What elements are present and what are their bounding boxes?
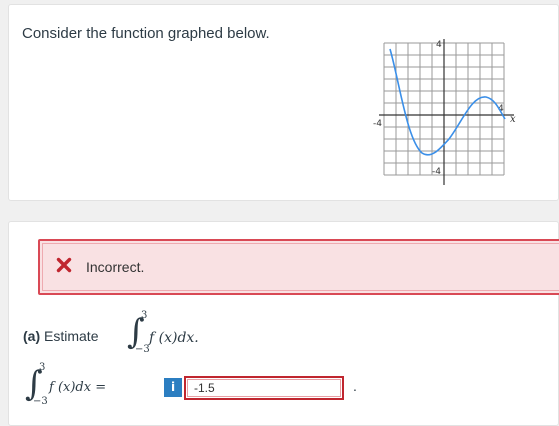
info-button[interactable]: i bbox=[164, 378, 182, 397]
x-axis-name: x bbox=[510, 114, 516, 125]
y-min-label: -4 bbox=[432, 167, 441, 177]
question-card: Consider the function graphed below. 4 -… bbox=[8, 4, 559, 201]
x-icon bbox=[56, 257, 72, 273]
x-min-label: -4 bbox=[373, 119, 382, 129]
part-a-integrand: f (x)dx. bbox=[149, 330, 199, 346]
lower-limit: −3 bbox=[135, 344, 150, 355]
question-prompt: Consider the function graphed below. bbox=[22, 25, 270, 42]
answer-integrand: f (x)dx = bbox=[49, 380, 107, 395]
feedback-status-text: Incorrect. bbox=[86, 259, 145, 275]
part-a-verb: Estimate bbox=[44, 328, 99, 344]
answer-upper-limit: 3 bbox=[39, 362, 46, 373]
answer-lower-limit: −3 bbox=[33, 396, 48, 407]
y-max-label: 4 bbox=[436, 40, 442, 50]
upper-limit: 3 bbox=[141, 310, 148, 321]
feedback-banner: Incorrect. bbox=[38, 239, 559, 295]
function-graph: 4 -4 -4 4 x bbox=[373, 39, 516, 185]
answer-input[interactable]: -1.5 bbox=[184, 376, 344, 400]
answer-period: . bbox=[353, 378, 357, 394]
answer-value: -1.5 bbox=[194, 381, 215, 395]
answer-card: Incorrect. (a) Estimate ∫ 3 −3 f (x)dx. … bbox=[8, 221, 559, 426]
part-a-label: (a) bbox=[23, 328, 41, 344]
